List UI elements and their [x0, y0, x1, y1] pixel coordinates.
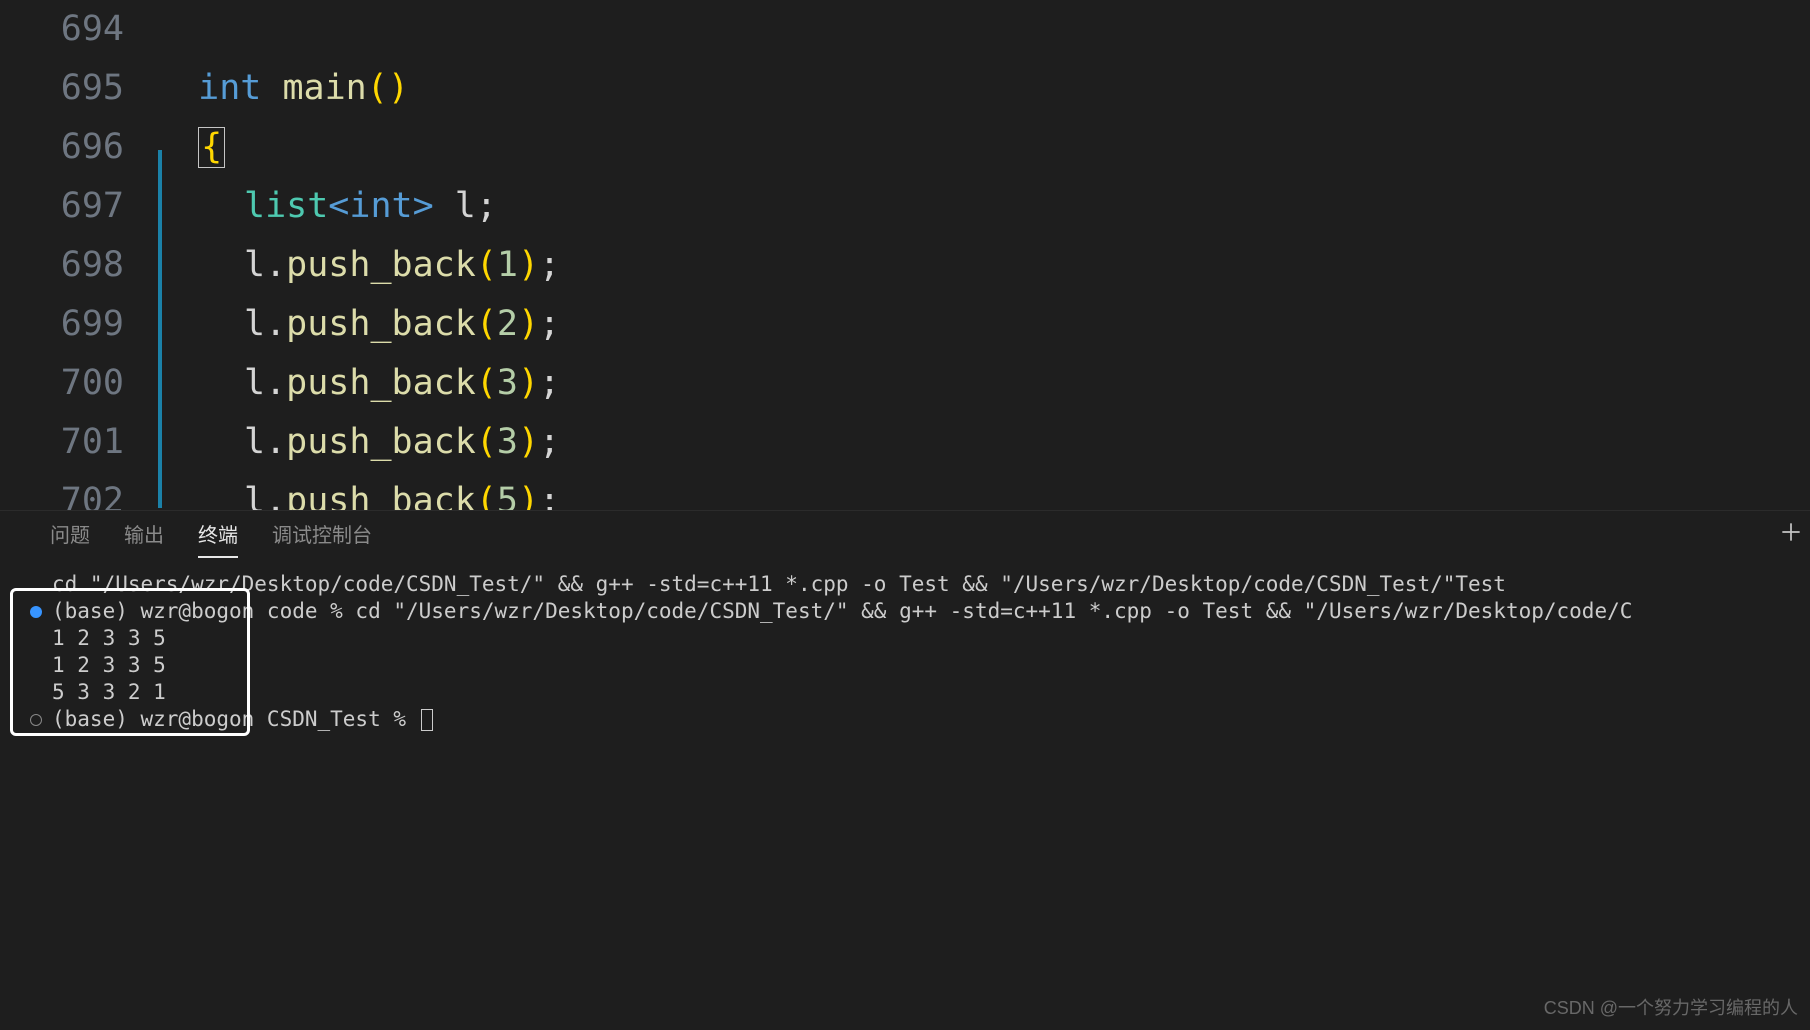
line-number: 701 [0, 413, 156, 472]
code-content: l.push_back(1); [156, 236, 560, 295]
line-number: 700 [0, 354, 156, 413]
terminal-text: (base) wzr@bogon code % cd "/Users/wzr/D… [52, 598, 1632, 625]
spacer [30, 633, 42, 645]
code-content: l.push_back(2); [156, 295, 560, 354]
terminal-text: cd "/Users/wzr/Desktop/code/CSDN_Test/" … [52, 571, 1506, 598]
line-number: 699 [0, 295, 156, 354]
prompt-dot-icon [30, 714, 42, 726]
code-content: l.push_back(3); [156, 354, 560, 413]
terminal-line: 1 2 3 3 5 [30, 625, 1798, 652]
code-content: { [156, 118, 225, 177]
code-content: list<int> l; [156, 177, 497, 236]
tab-problems[interactable]: 问题 [50, 511, 90, 556]
terminal-text: 1 2 3 3 5 [52, 652, 178, 679]
status-dot-icon [30, 606, 42, 618]
terminal-text: 5 3 3 2 1 [52, 679, 178, 706]
line-number: 694 [0, 0, 156, 59]
line-number: 702 [0, 472, 156, 510]
watermark: CSDN @一个努力学习编程的人 [1544, 994, 1798, 1020]
spacer [30, 660, 42, 672]
tab-output[interactable]: 输出 [124, 511, 164, 556]
terminal-line: (base) wzr@bogon CSDN_Test % [30, 706, 1798, 733]
tab-debug-console[interactable]: 调试控制台 [272, 511, 372, 556]
terminal[interactable]: cd "/Users/wzr/Desktop/code/CSDN_Test/" … [0, 555, 1810, 733]
line-number: 698 [0, 236, 156, 295]
bottom-panel: 问题 输出 终端 调试控制台 cd "/Users/wzr/Desktop/co… [0, 510, 1810, 1030]
code-line[interactable]: 700l.push_back(3); [0, 354, 1810, 413]
modified-gutter-bar [158, 150, 162, 508]
code-line[interactable]: 702l.push_back(5); [0, 472, 1810, 510]
terminal-cursor [421, 709, 433, 731]
spacer [30, 579, 42, 591]
terminal-line: (base) wzr@bogon code % cd "/Users/wzr/D… [30, 598, 1798, 625]
split-terminal-icon[interactable] [1778, 519, 1804, 551]
spacer [30, 687, 42, 699]
tab-terminal[interactable]: 终端 [198, 511, 238, 556]
code-line[interactable]: 698l.push_back(1); [0, 236, 1810, 295]
terminal-line: cd "/Users/wzr/Desktop/code/CSDN_Test/" … [30, 571, 1798, 598]
terminal-line: 5 3 3 2 1 [30, 679, 1798, 706]
code-content [156, 0, 198, 59]
line-number: 696 [0, 118, 156, 177]
terminal-text: (base) wzr@bogon CSDN_Test % [52, 706, 419, 733]
line-number: 695 [0, 59, 156, 118]
code-line[interactable]: 695 int main() [0, 59, 1810, 118]
code-content: int main() [156, 59, 409, 118]
code-line[interactable]: 694 [0, 0, 1810, 59]
code-line[interactable]: 699l.push_back(2); [0, 295, 1810, 354]
line-number: 697 [0, 177, 156, 236]
code-line[interactable]: 697list<int> l; [0, 177, 1810, 236]
code-editor[interactable]: 694 695 int main()696 {697list<int> l;69… [0, 0, 1810, 510]
panel-tabs: 问题 输出 终端 调试控制台 [0, 511, 1810, 555]
terminal-line: 1 2 3 3 5 [30, 652, 1798, 679]
code-line[interactable]: 696 { [0, 118, 1810, 177]
code-content: l.push_back(3); [156, 413, 560, 472]
code-line[interactable]: 701l.push_back(3); [0, 413, 1810, 472]
terminal-text: 1 2 3 3 5 [52, 625, 178, 652]
code-content: l.push_back(5); [156, 472, 560, 510]
